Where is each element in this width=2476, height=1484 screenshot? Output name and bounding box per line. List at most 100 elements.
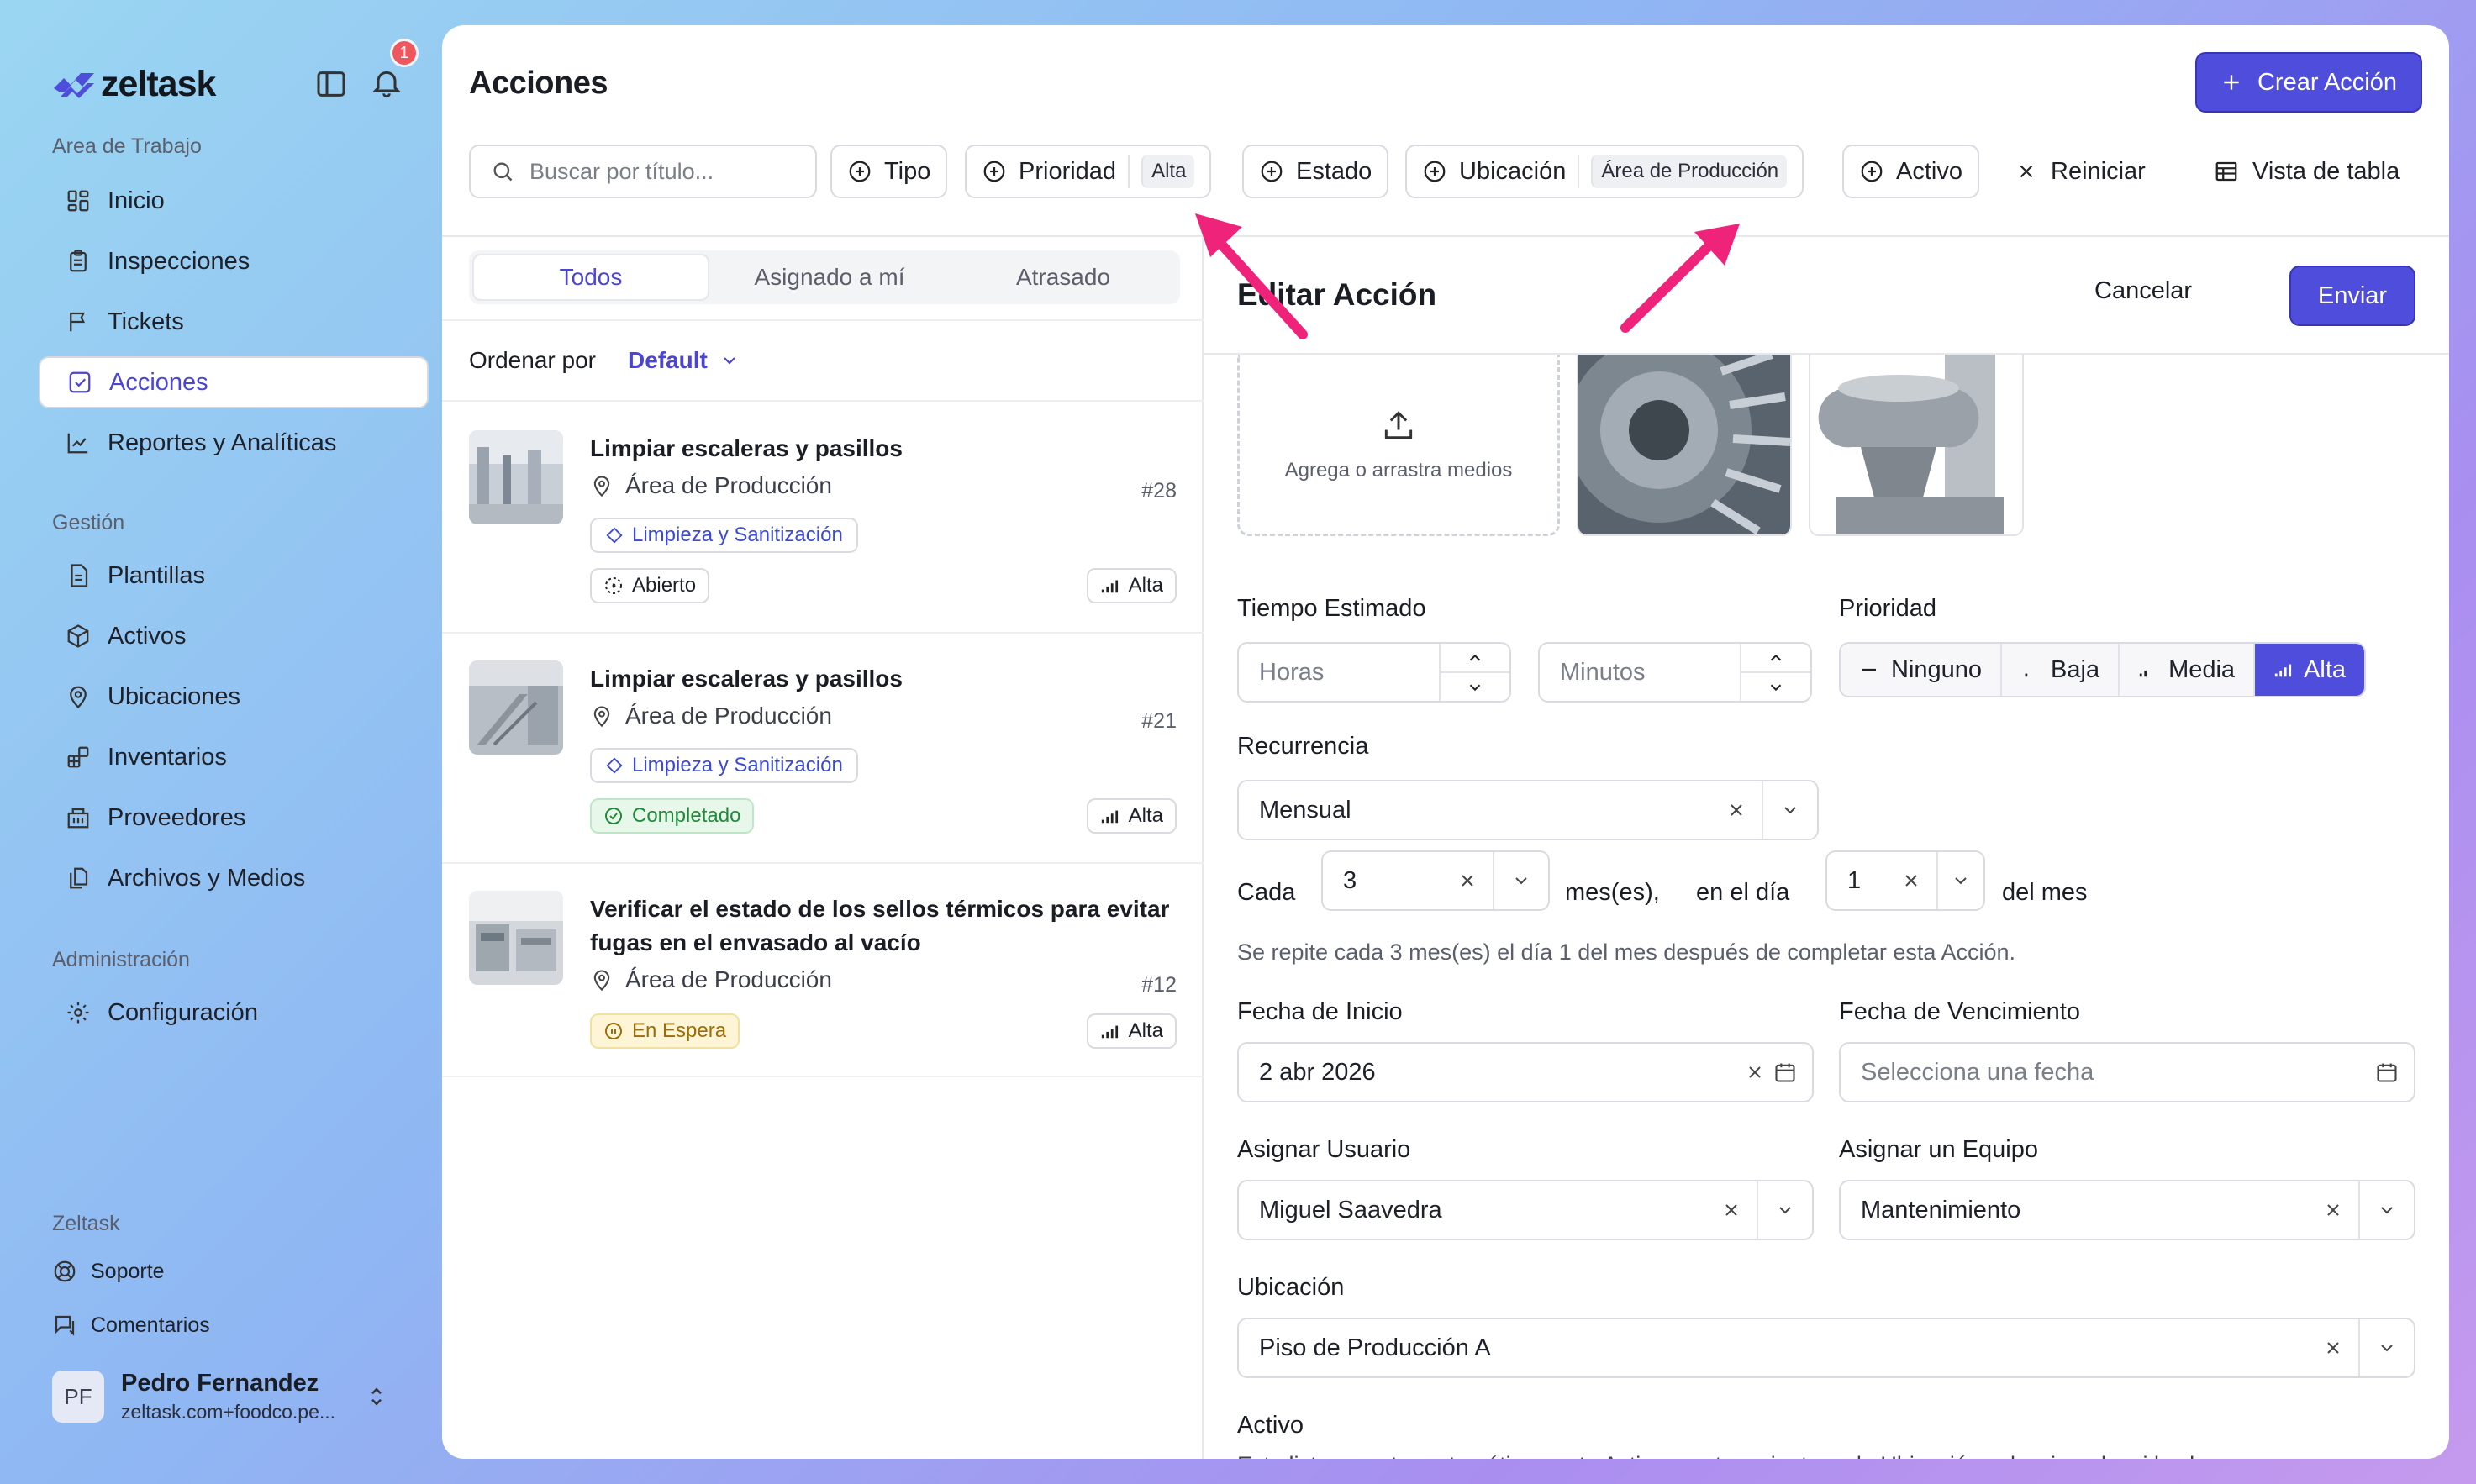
sidebar-item-acciones[interactable]: Acciones [39, 356, 429, 408]
recurrence-dropdown-toggle[interactable] [1762, 781, 1817, 839]
sidebar-item-inventarios[interactable]: Inventarios [39, 731, 429, 783]
close-icon [1731, 804, 1742, 816]
close-icon[interactable] [1745, 1062, 1765, 1082]
sort-dropdown[interactable]: Default [628, 347, 740, 374]
start-date-input[interactable]: 2 abr 2026 [1237, 1042, 1814, 1102]
close-icon [2327, 1342, 2339, 1354]
filter-activo[interactable]: Activo [1842, 145, 1979, 198]
close-icon [1905, 875, 1917, 887]
tab-asignado[interactable]: Asignado a mí [713, 250, 946, 304]
hours-stepper[interactable] [1439, 644, 1509, 701]
cancel-button[interactable]: Cancelar [2094, 277, 2192, 305]
priority-text: Alta [1128, 574, 1163, 597]
team-dropdown-toggle[interactable] [2358, 1181, 2414, 1239]
step-up-button[interactable] [1741, 644, 1810, 673]
tab-todos[interactable]: Todos [472, 254, 709, 301]
user-menu[interactable]: PF Pedro Fernandez zeltask.com+foodco.pe… [52, 1370, 389, 1423]
clear-interval-button[interactable] [1442, 871, 1493, 891]
sidebar-item-inspecciones[interactable]: Inspecciones [39, 235, 429, 287]
bell-icon[interactable] [370, 66, 403, 99]
send-button[interactable]: Enviar [2289, 266, 2415, 326]
media-upload-dropzone[interactable]: Agrega o arrastra medios [1237, 355, 1560, 536]
chart-line-icon [67, 433, 88, 454]
day-select[interactable]: 1 [1825, 850, 1985, 911]
list-item[interactable]: Limpiar escaleras y pasillos Área de Pro… [442, 403, 1204, 634]
footer-item-comentarios[interactable]: Comentarios [52, 1313, 210, 1338]
tab-atrasado[interactable]: Atrasado [946, 250, 1180, 304]
chevron-down-icon [1784, 807, 1796, 814]
page-title: Acciones [469, 66, 608, 101]
minutes-stepper[interactable] [1740, 644, 1810, 701]
footer-item-soporte[interactable]: Soporte [52, 1259, 165, 1284]
sidebar-item-proveedores[interactable]: Proveedores [39, 792, 429, 844]
filter-prioridad-label: Prioridad [1019, 157, 1117, 185]
location-dropdown-toggle[interactable] [2358, 1319, 2414, 1376]
priority-option-baja[interactable]: Baja [2002, 644, 2120, 696]
clear-user-button[interactable] [1706, 1200, 1757, 1220]
filter-estado[interactable]: Estado [1242, 145, 1389, 198]
list-item[interactable]: Limpiar escaleras y pasillos Área de Pro… [442, 634, 1204, 864]
filter-prioridad-value: Alta [1141, 155, 1195, 188]
media-thumbnail-mixer[interactable] [1809, 355, 2024, 536]
assign-user-select[interactable]: Miguel Saavedra [1237, 1180, 1814, 1240]
sidebar-item-label: Acciones [109, 368, 208, 396]
step-down-button[interactable] [1441, 673, 1509, 701]
sidebar-item-inicio[interactable]: Inicio [39, 175, 429, 227]
filter-tipo[interactable]: Tipo [830, 145, 948, 198]
priority-option-ninguno[interactable]: Ninguno [1841, 644, 2003, 696]
sidebar-item-plantillas[interactable]: Plantillas [39, 550, 429, 602]
priority-option-media[interactable]: Media [2120, 644, 2256, 696]
sidebar-item-archivos[interactable]: Archivos y Medios [39, 852, 429, 904]
calendar-icon[interactable] [1773, 1060, 1797, 1084]
edit-action-panel: Editar Acción Cancelar Enviar Agrega o a… [1204, 237, 2449, 1459]
close-icon [2327, 1204, 2339, 1216]
create-action-button[interactable]: Crear Acción [2195, 52, 2422, 113]
sidebar-item-activos[interactable]: Activos [39, 610, 429, 662]
due-date-input[interactable]: Selecciona una fecha [1839, 1042, 2415, 1102]
calendar-icon[interactable] [2375, 1060, 2399, 1084]
user-dropdown-toggle[interactable] [1757, 1181, 1812, 1239]
sidebar-item-ubicaciones[interactable]: Ubicaciones [39, 671, 429, 723]
filter-ubicacion[interactable]: Ubicación Área de Producción [1405, 145, 1804, 198]
clear-team-button[interactable] [2308, 1200, 2358, 1220]
hours-input[interactable]: Horas [1237, 642, 1511, 703]
table-view-button[interactable]: Vista de tabla [2214, 145, 2400, 198]
sidebar-item-tickets[interactable]: Tickets [39, 296, 429, 348]
assign-team-value: Mantenimiento [1861, 1196, 2021, 1224]
priority-option-alta[interactable]: Alta [2255, 644, 2365, 696]
footer-section-label: Zeltask [52, 1212, 120, 1235]
minus-icon [1862, 668, 1876, 671]
list-item[interactable]: Verificar el estado de los sellos térmic… [442, 864, 1204, 1077]
priority-selector: Ninguno Baja Media Alta [1839, 642, 2367, 697]
status-text: En Espera [632, 1019, 727, 1042]
search-input[interactable] [529, 158, 807, 185]
every-label: Cada [1237, 879, 1296, 906]
priority-label: Prioridad [1839, 595, 1937, 622]
sidebar-item-reportes[interactable]: Reportes y Analíticas [39, 417, 429, 469]
step-down-button[interactable] [1741, 673, 1810, 701]
priority-badge: Alta [1086, 1013, 1177, 1049]
sidebar-toggle-icon[interactable] [314, 67, 348, 101]
search-box[interactable] [469, 145, 817, 198]
clear-recurrence-button[interactable] [1711, 800, 1762, 820]
reset-filters-button[interactable]: Reiniciar [2015, 145, 2146, 198]
interval-dropdown-toggle[interactable] [1493, 852, 1548, 909]
recurrence-select[interactable]: Mensual [1237, 780, 1819, 840]
media-thumbnail-gear[interactable] [1577, 355, 1792, 536]
step-up-button[interactable] [1441, 644, 1509, 673]
interval-select[interactable]: 3 [1321, 850, 1550, 911]
close-icon [1462, 875, 1473, 887]
admin-section-label: Administración [52, 948, 190, 971]
minutes-input[interactable]: Minutos [1538, 642, 1812, 703]
sidebar-item-label: Reportes y Analíticas [108, 429, 337, 456]
logo[interactable]: zeltask [52, 64, 216, 105]
location-select[interactable]: Piso de Producción A [1237, 1318, 2415, 1378]
sidebar-item-configuracion[interactable]: Configuración [39, 987, 429, 1039]
clear-location-button[interactable] [2308, 1338, 2358, 1358]
day-dropdown-toggle[interactable] [1936, 852, 1983, 909]
clear-day-button[interactable] [1886, 871, 1936, 891]
months-label: mes(es), [1565, 879, 1660, 906]
assign-team-select[interactable]: Mantenimiento [1839, 1180, 2415, 1240]
logo-text: zeltask [101, 64, 216, 104]
filter-prioridad[interactable]: Prioridad Alta [965, 145, 1212, 198]
